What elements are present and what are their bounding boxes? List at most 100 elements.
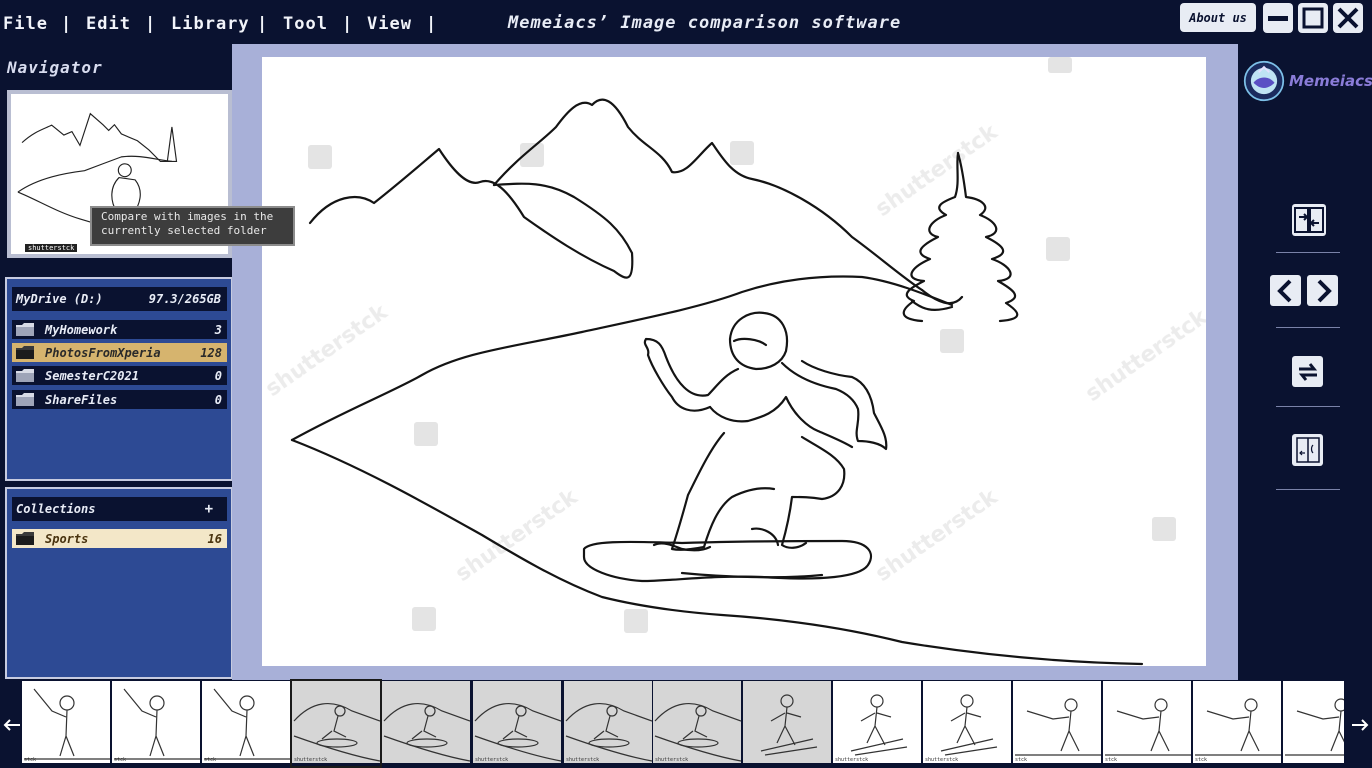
thumbnail-drawing (1105, 698, 1191, 756)
arrow-right-icon (1352, 719, 1369, 731)
thumbnail-caption: stck (24, 757, 37, 763)
filmstrip-thumbnail[interactable]: stck (112, 681, 200, 766)
menu-library[interactable]: Library (171, 14, 250, 34)
thumbnail-caption: shutterstck (925, 757, 959, 763)
filmstrip-thumbnail[interactable] (1283, 681, 1344, 766)
toolbar-divider (1276, 489, 1340, 490)
folder-row[interactable]: ShareFiles 0 (12, 390, 227, 409)
folder-icon (16, 323, 34, 336)
collections-header: Collections + (12, 497, 227, 521)
filmstrip-next-button[interactable] (1350, 715, 1370, 735)
watermark-text: shutterstck (871, 484, 1003, 587)
menu-tool[interactable]: Tool (283, 14, 328, 34)
thumbnail-caption: stck (1105, 757, 1118, 763)
filmstrip-thumbnail[interactable]: shutterstck (653, 681, 741, 766)
filmstrip-thumbnail[interactable]: shutterstck (564, 681, 652, 766)
filmstrip-thumbnail[interactable]: shutterstck (833, 681, 921, 766)
filmstrip-thumbnail[interactable]: shutterstck (290, 679, 382, 768)
filmstrip-thumbnail[interactable] (382, 681, 470, 766)
menu-edit[interactable]: Edit (86, 14, 131, 34)
thumbnail-drawing (383, 703, 470, 762)
logo: Memeiacs (1243, 56, 1372, 106)
add-collection-button[interactable]: + (205, 501, 213, 517)
filmstrip-thumbnail[interactable]: stck (1013, 681, 1101, 766)
previous-image-button[interactable] (1270, 275, 1301, 306)
main-image[interactable]: shutterstck shutterstck shutterstck shut… (262, 57, 1206, 666)
thumbnail-caption: shutterstck (294, 757, 328, 763)
watermark-text: shutterstck (262, 299, 393, 402)
close-button[interactable] (1333, 3, 1363, 33)
folder-name: ShareFiles (45, 392, 118, 407)
next-icon (1317, 279, 1332, 302)
swap-icon (1298, 362, 1317, 381)
folder-count: 128 (200, 345, 222, 360)
thumbnail-caption: shutterstck (566, 757, 600, 763)
folder-icon (16, 369, 34, 382)
folder-icon (16, 532, 34, 545)
thumbnail-drawing (760, 694, 818, 756)
thumbnail-drawing (293, 703, 380, 762)
folder-row-selected[interactable]: PhotosFromXperia 128 (12, 343, 227, 362)
drive-name: MyDrive (D:) (16, 292, 103, 306)
about-us-button[interactable]: About us (1180, 3, 1256, 32)
watermark-text: shutterstck (451, 484, 583, 587)
logo-text: Memeiacs (1289, 72, 1372, 90)
thumbnail-drawing (850, 694, 908, 756)
toolbar-divider (1276, 252, 1340, 253)
thumbnail-drawing (474, 703, 561, 762)
drive-header[interactable]: MyDrive (D:) 97.3/265GB (12, 287, 227, 311)
compare-tooltip: Compare with images in the currently sel… (90, 206, 295, 246)
folder-icon (16, 346, 34, 359)
compare-icon (1294, 207, 1324, 233)
drive-usage: 97.3/265GB (148, 292, 221, 306)
folder-row[interactable]: MyHomework 3 (12, 320, 227, 339)
filmstrip-thumbnail[interactable]: stck (202, 681, 290, 766)
thumbnail-drawing (565, 703, 652, 762)
next-image-button[interactable] (1307, 275, 1338, 306)
memeiacs-logo-icon (1243, 60, 1285, 102)
menu-file[interactable]: File (3, 14, 48, 34)
thumbnail-drawing (1015, 698, 1101, 756)
thumbnail-caption: stck (114, 757, 127, 763)
folder-row[interactable]: SemesterC2021 0 (12, 366, 227, 385)
filmstrip-thumbnail[interactable] (743, 681, 831, 766)
menu-separator: | (145, 14, 156, 34)
split-view-button[interactable] (1292, 434, 1323, 466)
filmstrip: stck stck stck shutterstck shutterstck shutte… (0, 679, 1372, 768)
collections-title: Collections (16, 502, 96, 516)
menu-separator: | (342, 14, 353, 34)
maximize-button[interactable] (1298, 3, 1328, 33)
filmstrip-thumbnail[interactable]: stck (22, 681, 110, 766)
collection-name: Sports (45, 531, 89, 546)
filmstrip-thumbnail[interactable]: stck (1193, 681, 1281, 766)
collection-count: 16 (207, 531, 222, 546)
thumbnail-caption: shutterstck (835, 757, 869, 763)
filmstrip-thumbnail[interactable]: shutterstck (923, 681, 1011, 766)
collection-item[interactable]: Sports 16 (12, 529, 227, 548)
filmstrip-prev-button[interactable] (2, 715, 22, 735)
thumbnail-caption: stck (1195, 757, 1208, 763)
minimize-button[interactable] (1263, 3, 1293, 33)
minimize-icon (1268, 16, 1288, 21)
filmstrip-thumbnail[interactable]: stck (1103, 681, 1191, 766)
snowboarder-drawing: shutterstck shutterstck shutterstck shut… (262, 57, 1206, 666)
compare-button[interactable] (1292, 204, 1326, 236)
watermark-text: shutterstck (1081, 304, 1206, 407)
menu-separator: | (61, 14, 72, 34)
thumbnail-drawing (1195, 698, 1281, 756)
app-title: Memeiacs’ Image comparison software (508, 13, 902, 33)
folder-count: 0 (214, 392, 222, 407)
menu-bar: File | Edit | Library | Tool | View | Me… (0, 0, 1372, 46)
maximize-icon (1302, 7, 1324, 29)
drive-panel: MyDrive (D:) 97.3/265GB MyHomework 3 Pho… (5, 277, 233, 481)
image-viewer: shutterstck shutterstck shutterstck shut… (232, 44, 1238, 680)
thumbnail-drawing (1285, 698, 1344, 756)
swap-button[interactable] (1292, 356, 1323, 387)
thumbnail-caption: stck (204, 757, 217, 763)
thumbnail-drawing (114, 688, 200, 760)
arrow-left-icon (3, 719, 20, 731)
filmstrip-thumbnail[interactable]: shutterstck (473, 681, 561, 766)
split-view-icon (1295, 437, 1320, 463)
thumbnail-caption: shutterstck (655, 757, 689, 763)
menu-view[interactable]: View (367, 14, 412, 34)
